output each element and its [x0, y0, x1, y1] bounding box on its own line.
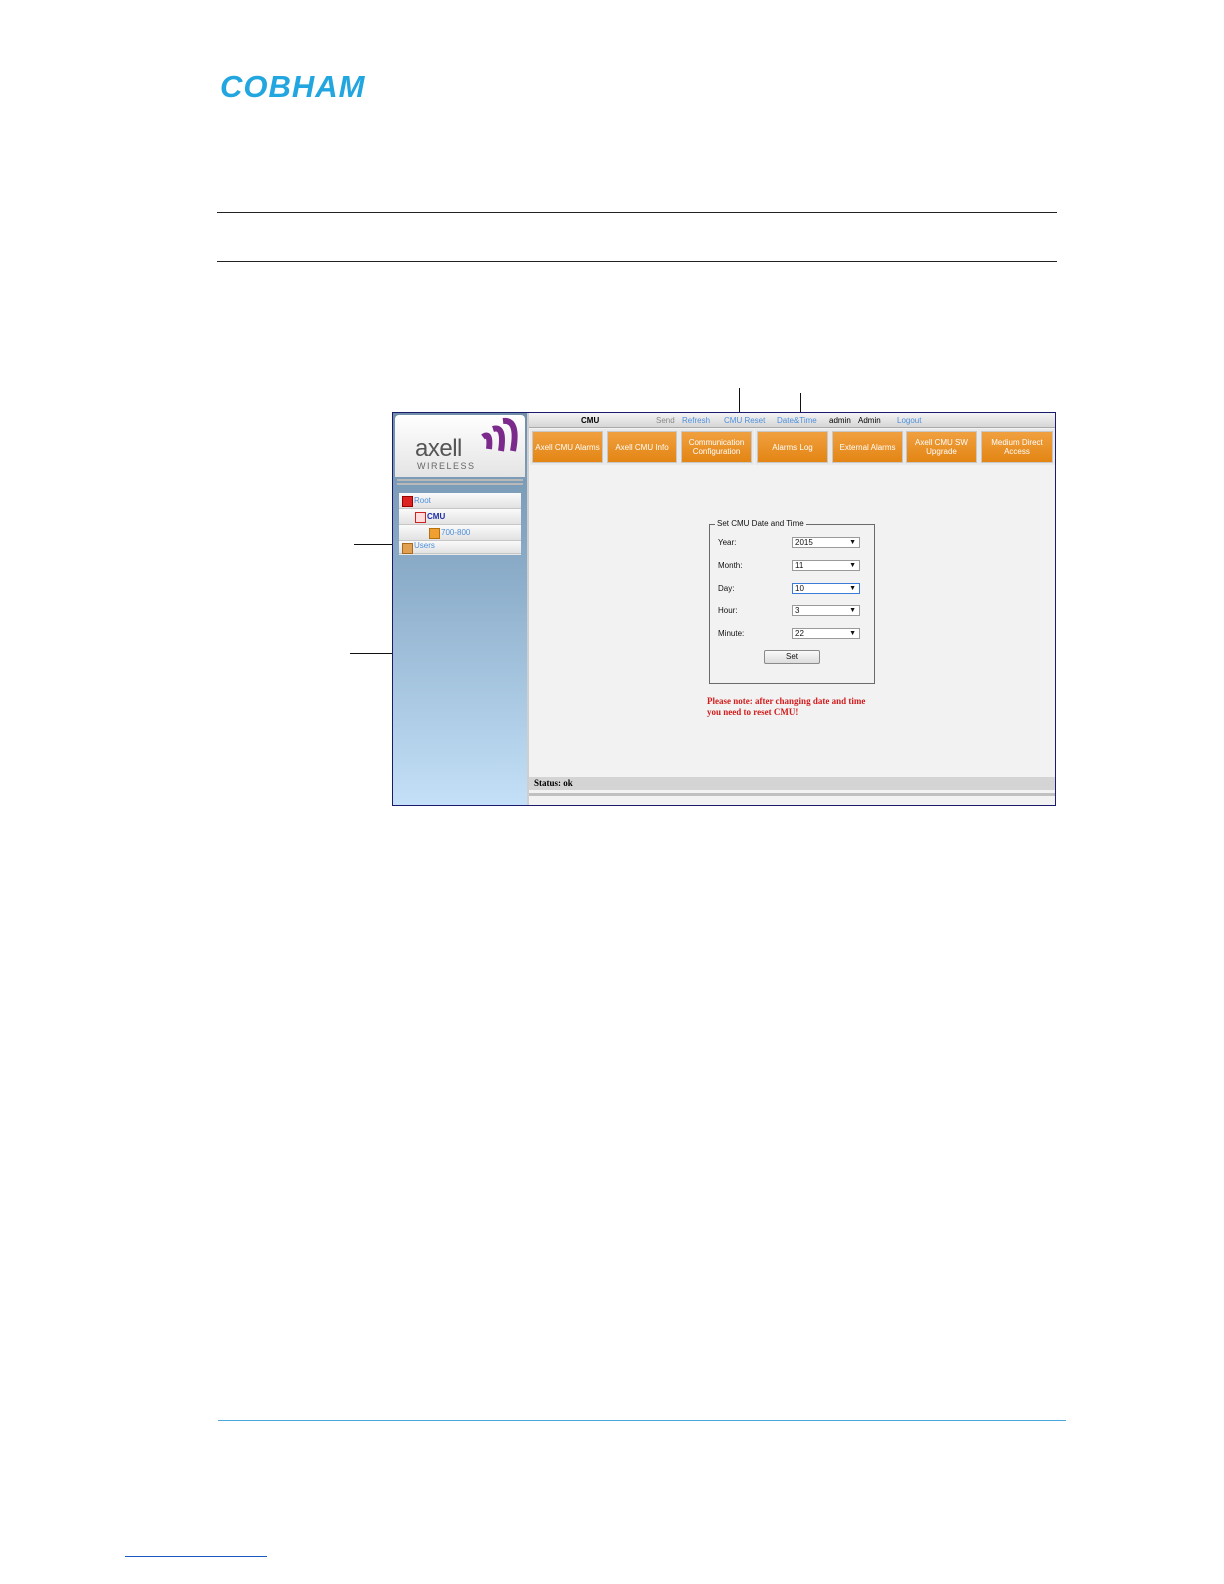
cmu-reset-link[interactable]: CMU Reset	[724, 415, 765, 427]
tree-item-label: CMU	[427, 512, 446, 521]
month-label: Month:	[718, 561, 743, 570]
year-label: Year:	[718, 538, 737, 547]
top-toolbar: CMU Send Refresh CMU Reset Date&Time adm…	[529, 415, 1055, 428]
tab-bar: Axell CMU Alarms Axell CMU Info Communic…	[529, 431, 1055, 463]
bottom-divider	[529, 793, 1055, 796]
chevron-down-icon: ▼	[849, 539, 856, 546]
refresh-link[interactable]: Refresh	[682, 415, 710, 427]
tab-communication-configuration[interactable]: Communication Configuration	[681, 431, 752, 463]
year-select[interactable]: 2015 ▼	[792, 537, 860, 548]
hour-label: Hour:	[718, 606, 738, 615]
reset-warning-note: Please note: after changing date and tim…	[707, 696, 866, 717]
axell-logo-subtext: WIRELESS	[417, 461, 476, 471]
folder-icon	[429, 528, 440, 539]
tree-item-label: Users	[414, 541, 435, 550]
footer-link-underline[interactable]	[125, 1556, 267, 1557]
hour-value: 3	[795, 606, 800, 615]
tree-item-700-800[interactable]: 700-800	[399, 525, 521, 541]
tab-axell-cmu-alarms[interactable]: Axell CMU Alarms	[532, 431, 603, 463]
logout-link[interactable]: Logout	[897, 415, 921, 427]
cobham-logo: COBHAM	[220, 70, 366, 102]
chevron-down-icon: ▼	[849, 630, 856, 637]
tab-external-alarms[interactable]: External Alarms	[832, 431, 903, 463]
axell-logo: axell WIRELESS	[395, 415, 525, 477]
sidebar-divider	[397, 483, 523, 485]
header-rule-bottom	[217, 261, 1057, 262]
tab-axell-cmu-info[interactable]: Axell CMU Info	[607, 431, 677, 463]
svg-text:COBHAM: COBHAM	[220, 70, 366, 102]
header-rule-top	[217, 212, 1057, 213]
tab-medium-direct-access[interactable]: Medium Direct Access	[981, 431, 1053, 463]
users-icon	[402, 543, 413, 554]
month-select[interactable]: 11 ▼	[792, 560, 860, 571]
sidebar-divider	[397, 479, 523, 481]
user-role: Admin	[858, 416, 881, 425]
day-select[interactable]: 10 ▼	[792, 583, 860, 594]
status-bar: Status: ok	[529, 777, 1055, 790]
device-tree: Root CMU 700-800 Users	[399, 493, 521, 555]
year-value: 2015	[795, 538, 813, 547]
chevron-down-icon: ▼	[849, 585, 856, 592]
send-link[interactable]: Send	[656, 415, 675, 427]
tree-item-users[interactable]: Users	[399, 541, 521, 554]
main-panel: CMU Send Refresh CMU Reset Date&Time adm…	[527, 413, 1055, 805]
username: admin	[829, 416, 851, 425]
sidebar: axell WIRELESS Root CMU 700-800 Users	[393, 413, 527, 805]
cmu-web-app-screenshot: axell WIRELESS Root CMU 700-800 Users CM…	[392, 412, 1056, 806]
month-value: 11	[795, 561, 804, 570]
day-value: 10	[795, 584, 804, 593]
alarm-red-icon	[402, 496, 413, 507]
device-icon	[415, 512, 426, 523]
day-label: Day:	[718, 584, 735, 593]
tree-item-cmu[interactable]: CMU	[399, 509, 521, 525]
chevron-down-icon: ▼	[849, 562, 856, 569]
tab-alarms-log[interactable]: Alarms Log	[757, 431, 828, 463]
axell-logo-text: axell	[415, 435, 462, 462]
minute-value: 22	[795, 629, 804, 638]
set-button[interactable]: Set	[764, 650, 820, 664]
tree-item-label: Root	[414, 496, 431, 505]
tree-item-label: 700-800	[441, 528, 471, 537]
tree-item-root[interactable]: Root	[399, 493, 521, 509]
status-text: Status: ok	[534, 778, 573, 788]
fieldset-legend: Set CMU Date and Time	[715, 519, 806, 528]
minute-select[interactable]: 22 ▼	[792, 628, 860, 639]
hour-select[interactable]: 3 ▼	[792, 605, 860, 616]
tab-axell-cmu-sw-upgrade[interactable]: Axell CMU SW Upgrade	[906, 431, 977, 463]
page-title: CMU	[581, 416, 600, 425]
date-time-link[interactable]: Date&Time	[777, 415, 817, 427]
chevron-down-icon: ▼	[849, 607, 856, 614]
footer-rule	[218, 1420, 1066, 1421]
minute-label: Minute:	[718, 629, 745, 638]
